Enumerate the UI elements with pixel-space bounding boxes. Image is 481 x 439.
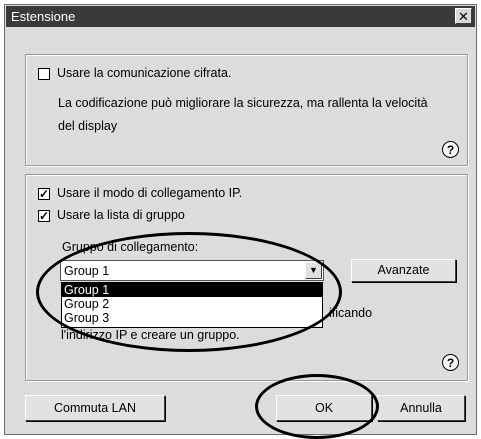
ip-mode-label: Usare il modo di collegamento IP. — [57, 186, 243, 200]
ok-button[interactable]: OK — [276, 395, 372, 421]
encryption-description-line1: La codificazione può migliorare la sicur… — [58, 96, 428, 110]
extension-dialog: Estensione ✕ Usare la comunicazione cifr… — [4, 4, 477, 435]
group-dropdown-list[interactable]: Group 1 Group 2 Group 3 — [61, 282, 323, 328]
dialog-title: Estensione — [11, 9, 76, 24]
group-option[interactable]: Group 2 — [62, 297, 322, 311]
encryption-description: La codificazione può migliorare la sicur… — [58, 92, 453, 138]
chevron-down-icon[interactable]: ▼ — [305, 262, 322, 279]
title-bar: Estensione ✕ — [6, 6, 475, 27]
encryption-checkbox-label: Usare la comunicazione cifrata. — [57, 66, 232, 80]
group-select[interactable]: Group 1 ▼ — [60, 260, 324, 281]
group-list-label: Usare la lista di gruppo — [57, 208, 185, 222]
encryption-checkbox[interactable] — [38, 68, 50, 80]
hint-text-line2: l'indirizzo IP e creare un gruppo. — [61, 328, 240, 342]
advanced-button[interactable]: Avanzate — [351, 259, 456, 282]
help-icon[interactable]: ? — [442, 141, 459, 158]
group-select-value: Group 1 — [64, 264, 110, 278]
annulla-button[interactable]: Annulla — [377, 395, 465, 421]
group-list-checkbox[interactable]: ✓ — [38, 210, 50, 222]
group-option[interactable]: Group 3 — [62, 311, 322, 325]
help-icon[interactable]: ? — [442, 354, 459, 371]
encryption-description-line2: del display — [58, 119, 118, 133]
connection-group-label: Gruppo di collegamento: — [62, 240, 199, 254]
commuta-lan-button[interactable]: Commuta LAN — [25, 395, 165, 421]
group-option[interactable]: Group 1 — [62, 283, 322, 297]
hint-text-fragment: ificando — [329, 306, 373, 320]
close-icon[interactable]: ✕ — [455, 8, 472, 24]
ip-mode-checkbox[interactable]: ✓ — [38, 188, 50, 200]
